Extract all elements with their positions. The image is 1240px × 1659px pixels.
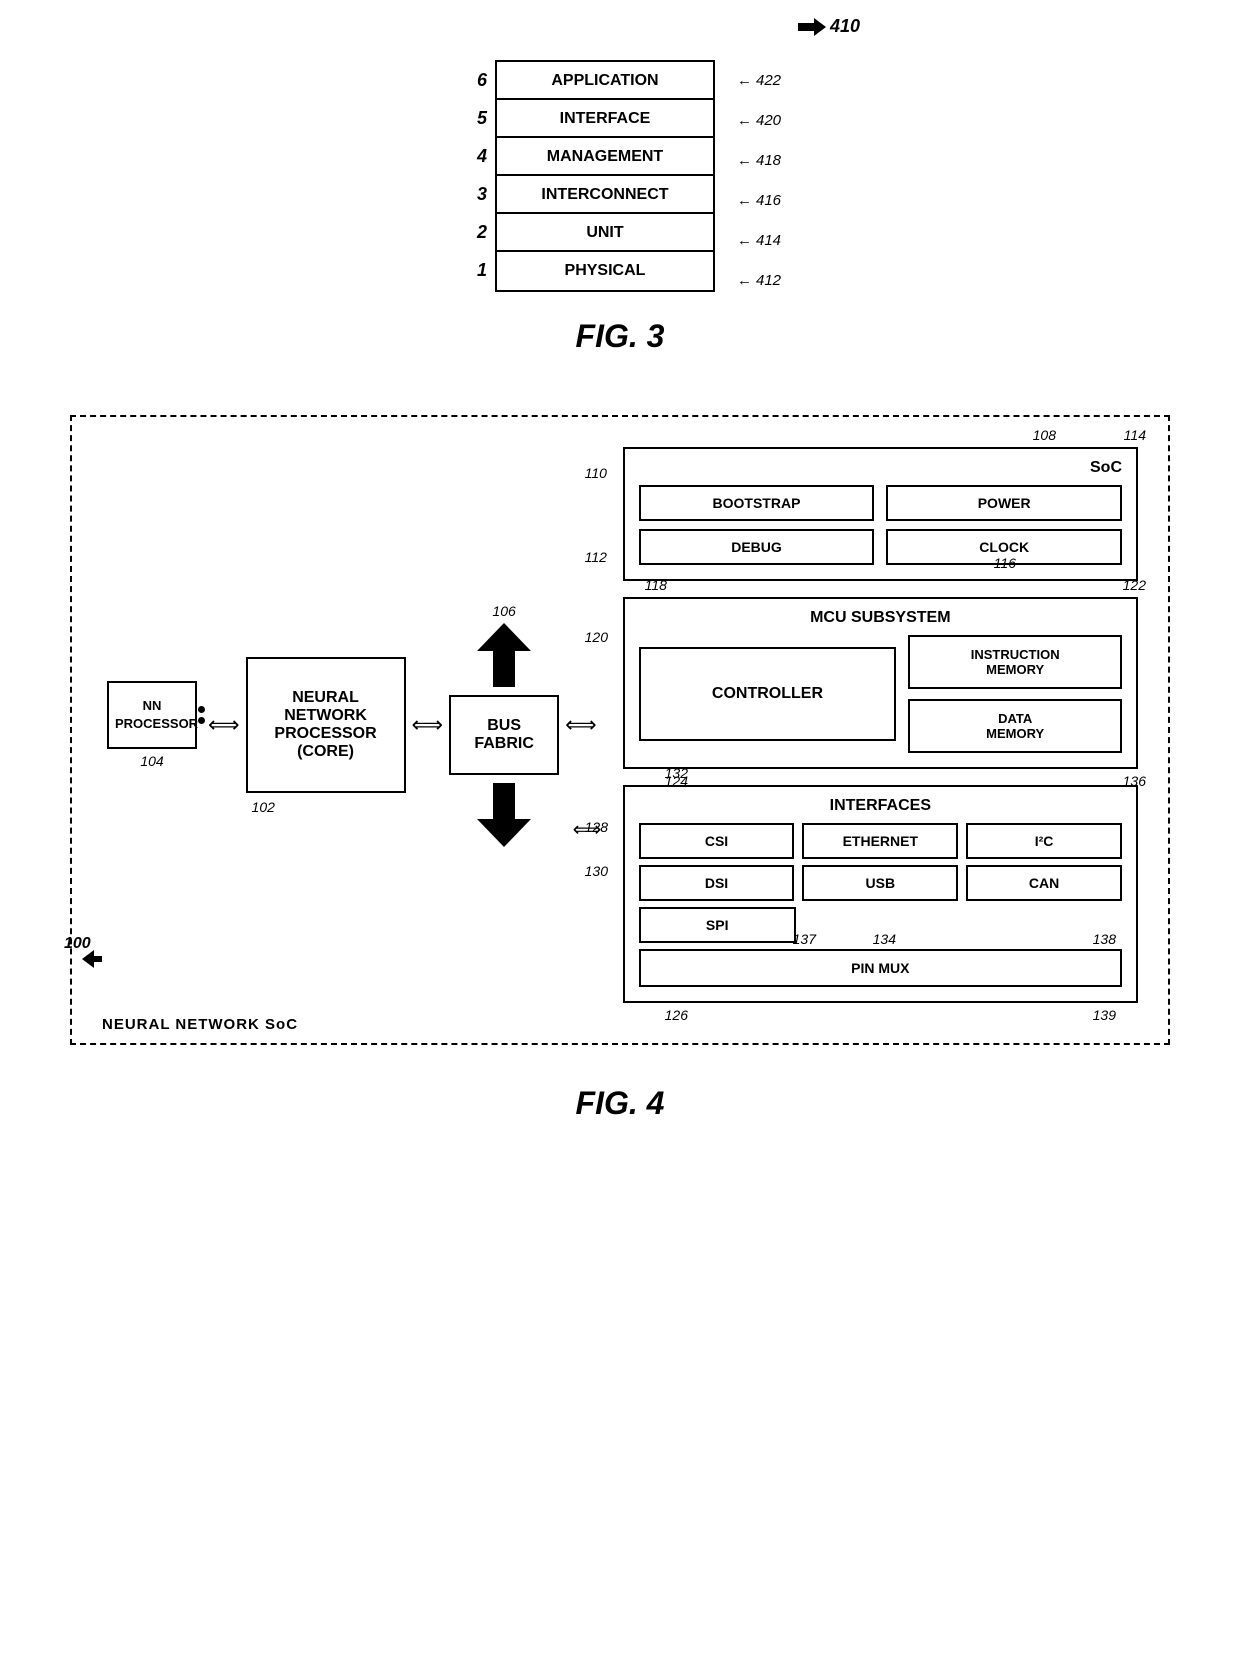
fig3-ref: ←422	[731, 60, 781, 100]
iface-ref-137: 137	[793, 931, 816, 947]
fig3-number: 1	[459, 260, 487, 281]
nn-processor-group: NNPROCESSOR 104	[102, 681, 202, 769]
iface-ref-139: 139	[1093, 1007, 1116, 1023]
bus-fabric-label: BUSFABRIC	[474, 717, 534, 752]
mcu-data-memory: DATAMEMORY	[908, 699, 1122, 753]
fig3-ref: ←416	[731, 180, 781, 220]
bus-fabric-ref: 106	[492, 603, 515, 619]
mcu-inner: CONTROLLER INSTRUCTIONMEMORY DATAMEMORY	[639, 635, 1122, 753]
ref-410-label: 410	[798, 16, 860, 37]
mcu-box: 116 118 122 120 124 136 MCU SUBSYSTEM CO…	[623, 597, 1138, 769]
mcu-ref-118: 118	[645, 577, 667, 593]
fig3-box: INTERCONNECT	[495, 174, 715, 216]
soc-row-1: BOOTSTRAP POWER	[639, 485, 1122, 521]
nnp-core-group: NEURALNETWORKPROCESSOR(CORE) 102	[246, 657, 406, 793]
iface-row-2: DSI USB CAN	[639, 865, 1122, 901]
soc-power: POWER	[886, 485, 1122, 521]
page-container: 410 6 APPLICATION 5 INTERFACE 4 MANAGEMENT 3 IN…	[0, 0, 1240, 1659]
iface-ref-126: 126	[665, 1007, 688, 1023]
iface-pinmux: PIN MUX	[639, 949, 1122, 987]
nn-processor-box: NNPROCESSOR	[107, 681, 197, 749]
fig4-outer-label: NEURAL NETWORK SoC	[102, 1016, 298, 1033]
soc-ref-108: 108	[1033, 427, 1056, 443]
iface-ref-132: 132	[665, 765, 688, 781]
iface-grid: CSI ETHERNET I²C DSI USB CAN SPI	[639, 823, 1122, 987]
fig3-number: 6	[459, 70, 487, 91]
mcu-ref-116: 116	[994, 555, 1016, 571]
fig3-number: 2	[459, 222, 487, 243]
fig4-title: FIG. 4	[70, 1085, 1170, 1122]
arrow-nnp-bus: ⟺	[412, 712, 444, 738]
fig3-ref: ←420	[731, 100, 781, 140]
soc-ref-110: 110	[585, 465, 607, 481]
iface-can: CAN	[966, 865, 1122, 901]
iface-dsi: DSI	[639, 865, 795, 901]
iface-spi: SPI	[639, 907, 796, 943]
fig3-row: 3 INTERCONNECT	[459, 174, 715, 214]
fig3-box: UNIT	[495, 212, 715, 254]
fig3-row: 5 INTERFACE	[459, 98, 715, 138]
nn-processor-ref: 104	[140, 753, 163, 769]
soc-inner: BOOTSTRAP POWER DEBUG CLOCK	[639, 485, 1122, 565]
fig4-main-box: 100 NNPROCESSOR 104	[70, 415, 1170, 1045]
mcu-label: MCU SUBSYSTEM	[639, 609, 1122, 627]
fig3-title: FIG. 3	[576, 318, 665, 355]
fig3-row: 2 UNIT	[459, 212, 715, 252]
iface-ref-134: 134	[873, 931, 896, 947]
iface-row-1: CSI ETHERNET I²C	[639, 823, 1122, 859]
nn-processor-label: NNPROCESSOR	[115, 698, 198, 731]
fig3-box: PHYSICAL	[495, 250, 715, 292]
soc-ref-112: 112	[585, 549, 607, 565]
soc-debug: DEBUG	[639, 529, 875, 565]
right-col: 108 114 110 112 SoC BOOTSTRAP POWER	[623, 447, 1138, 1003]
soc-label: SoC	[639, 459, 1122, 477]
fig3-stack: 6 APPLICATION 5 INTERFACE 4 MANAGEMENT 3 INTERC…	[459, 60, 715, 288]
arrow-bus-right: ⟺	[565, 712, 597, 738]
iface-csi: CSI	[639, 823, 795, 859]
fig4-diagram: NNPROCESSOR 104 ⟺ NEURALNETWORKPROCESSOR…	[102, 447, 1138, 1003]
fig3-number: 4	[459, 146, 487, 167]
bus-arrow-down	[477, 783, 531, 847]
iface-ethernet: ETHERNET	[802, 823, 958, 859]
iface-ref-138: 138	[1093, 931, 1116, 947]
iface-label: INTERFACES	[639, 797, 1122, 815]
nnp-core-box: NEURALNETWORKPROCESSOR(CORE)	[246, 657, 406, 793]
ref-410: 410	[830, 16, 860, 37]
fig3-ref: ←414	[731, 220, 781, 260]
fig3-row: 4 MANAGEMENT	[459, 136, 715, 176]
interfaces-box: 132 128 130 137 134 138 126 139 ⟺ INTERF…	[623, 785, 1138, 1003]
mcu-right: INSTRUCTIONMEMORY DATAMEMORY	[908, 635, 1122, 753]
nnp-core-ref: 102	[252, 799, 275, 815]
soc-ref-114: 114	[1124, 427, 1146, 443]
mcu-ref-122: 122	[1123, 577, 1146, 593]
iface-i2c: I²C	[966, 823, 1122, 859]
iface-ref-130: 130	[585, 863, 608, 879]
fig3-number: 3	[459, 184, 487, 205]
bus-arrow-up	[477, 623, 531, 687]
nn-dots	[198, 706, 205, 724]
bus-fabric-box: BUSFABRIC	[449, 695, 559, 775]
fig3-box: INTERFACE	[495, 98, 715, 140]
soc-row-2: DEBUG CLOCK	[639, 529, 1122, 565]
iface-arrow-left: ⟺	[573, 817, 602, 842]
fig3-box: APPLICATION	[495, 60, 715, 102]
fig3-ref: ←418	[731, 140, 781, 180]
fig4-outer: 100 NNPROCESSOR 104	[70, 415, 1170, 1122]
mcu-ref-120: 120	[585, 629, 608, 645]
fig3-row: 1 PHYSICAL	[459, 250, 715, 290]
fig3-ref: ←412	[731, 260, 781, 300]
soc-box: 108 114 110 112 SoC BOOTSTRAP POWER	[623, 447, 1138, 581]
iface-usb: USB	[802, 865, 958, 901]
fig3-row: 6 APPLICATION	[459, 60, 715, 100]
fig3-number: 5	[459, 108, 487, 129]
soc-bootstrap: BOOTSTRAP	[639, 485, 875, 521]
mcu-controller: CONTROLLER	[639, 647, 897, 741]
bus-fabric-group: 106 BUSFABRIC	[449, 603, 559, 847]
fig3-box: MANAGEMENT	[495, 136, 715, 178]
mcu-instruction-memory: INSTRUCTIONMEMORY	[908, 635, 1122, 689]
arrow-nn-nnp: ⟺	[208, 712, 240, 738]
